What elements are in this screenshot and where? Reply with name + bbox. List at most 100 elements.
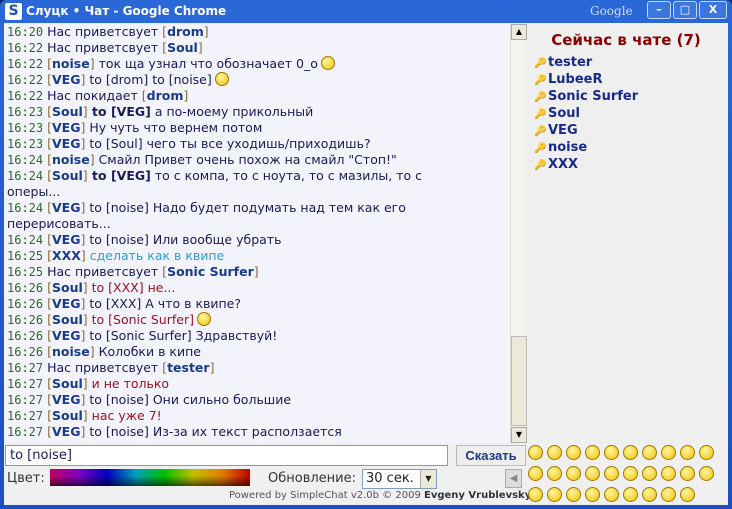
wink-emoticon-icon[interactable]	[566, 445, 581, 460]
nerd-emoticon-icon[interactable]	[680, 466, 695, 481]
author-link[interactable]: Evgeny Vrublevsky	[424, 490, 531, 501]
user-list-item[interactable]: 🔑 Soul	[528, 106, 724, 123]
message-nick[interactable]: VEG	[52, 424, 80, 439]
user-list-item[interactable]: 🔑 XXX	[528, 157, 724, 174]
facepalm-emoticon-icon[interactable]	[566, 487, 581, 502]
message-nick[interactable]: Soul	[167, 40, 198, 55]
cry-emoticon-icon[interactable]	[623, 466, 638, 481]
message-time: 16:22	[7, 41, 44, 55]
devil-emoticon-icon[interactable]	[585, 445, 600, 460]
color-palette[interactable]	[50, 469, 250, 486]
user-list-item[interactable]: 🔑 Sonic Surfer	[528, 89, 724, 106]
blush-emoticon-icon[interactable]	[566, 466, 581, 481]
user-list-item[interactable]: 🔑 VEG	[528, 123, 724, 140]
thinking-emoticon-icon[interactable]	[642, 445, 657, 460]
scared-emoticon-icon[interactable]	[528, 487, 543, 502]
chat-message: 16:26 [Soul] to [Sonic Surfer]	[7, 312, 455, 328]
scroll-down-icon[interactable]: ▼	[511, 427, 527, 443]
message-nick[interactable]: VEG	[52, 120, 80, 135]
message-nick[interactable]: noise	[52, 344, 90, 359]
smile-smiley-icon	[196, 312, 211, 326]
angry-emoticon-icon[interactable]	[623, 445, 638, 460]
wave-emoticon-icon[interactable]	[528, 445, 543, 460]
message-time: 16:20	[7, 25, 44, 39]
message-nick[interactable]: VEG	[52, 328, 80, 343]
eye-emoticon-icon[interactable]	[604, 487, 619, 502]
user-list-panel: Сейчас в чате (7) 🔑 tester 🔑 LubeeR 🔑 Sonic S…	[528, 24, 724, 443]
message-time: 16:26	[7, 329, 44, 343]
message-input[interactable]	[5, 445, 448, 466]
yell-emoticon-icon[interactable]	[661, 466, 676, 481]
message-text: а по-моему прикольный	[150, 104, 314, 119]
worried-emoticon-icon[interactable]	[699, 466, 714, 481]
message-nick[interactable]: Soul	[52, 312, 83, 327]
shocked-emoticon-icon[interactable]	[661, 445, 676, 460]
message-nick[interactable]: VEG	[52, 136, 80, 151]
cap-emoticon-icon[interactable]	[623, 487, 638, 502]
message-text: Колобки в кипе	[94, 344, 201, 359]
message-text: Нас приветсвует	[47, 360, 163, 375]
message-nick[interactable]: Soul	[52, 104, 83, 119]
message-nick[interactable]: noise	[52, 152, 90, 167]
message-nick[interactable]: Soul	[52, 408, 83, 423]
user-list-item[interactable]: 🔑 tester	[528, 55, 724, 72]
message-nick[interactable]: VEG	[52, 200, 80, 215]
powered-by: Powered by SimpleChat v2.0b © 2009 Evgen…	[229, 490, 531, 501]
scroll-thumb[interactable]	[511, 336, 527, 426]
message-time: 16:22	[7, 89, 44, 103]
emoticon-grid	[528, 445, 724, 502]
chat-message: 16:24 [noise] Смайл Привет очень похож н…	[7, 152, 455, 168]
message-time: 16:26	[7, 281, 44, 295]
wave-smiley-icon	[214, 72, 229, 86]
surprised-emoticon-icon[interactable]	[680, 445, 695, 460]
message-nick[interactable]: VEG	[52, 296, 80, 311]
message-text: ]	[197, 40, 203, 55]
message-nick[interactable]: Soul	[52, 168, 83, 183]
message-nick[interactable]: Sonic Surfer	[167, 264, 254, 279]
user-name: Sonic Surfer	[548, 89, 639, 104]
message-nick[interactable]: noise	[52, 56, 90, 71]
chat-message: 16:26 [noise] Колобки в кипе	[7, 344, 455, 360]
key-icon: 🔑	[534, 75, 547, 86]
moan-emoticon-icon[interactable]	[680, 487, 695, 502]
help-emoticon-icon[interactable]	[585, 466, 600, 481]
message-nick[interactable]: drom	[147, 88, 184, 103]
user-name: XXX	[548, 157, 579, 172]
smile-emoticon-icon[interactable]	[547, 445, 562, 460]
scroll-up-icon[interactable]: ▲	[511, 24, 527, 40]
close-button[interactable]: X	[699, 1, 727, 19]
chat-message: 16:25 Нас приветсвует [Sonic Surfer]	[7, 264, 455, 280]
maximize-button[interactable]: □	[673, 1, 697, 19]
chat-message: 16:24 [Soul] to [VEG] то с компа, то с н…	[7, 168, 455, 200]
user-list-item[interactable]: 🔑 noise	[528, 140, 724, 157]
bandana-emoticon-icon[interactable]	[642, 487, 657, 502]
sly-emoticon-icon[interactable]	[585, 487, 600, 502]
laugh-emoticon-icon[interactable]	[528, 466, 543, 481]
message-nick[interactable]: VEG	[52, 232, 80, 247]
dizzy-emoticon-icon[interactable]	[661, 487, 676, 502]
minimize-button[interactable]: –	[647, 1, 671, 19]
message-text: Смайл Привет очень похож на смайл "Стоп!…	[94, 152, 397, 167]
user-list-item[interactable]: 🔑 LubeeR	[528, 72, 724, 89]
message-time: 16:24	[7, 201, 44, 215]
chevron-down-icon[interactable]: ▼	[420, 470, 436, 488]
chat-message: 16:27 [Soul] нас уже 7!	[7, 408, 455, 424]
sound-toggle-icon[interactable]: ◀	[505, 469, 522, 488]
message-scrollbar[interactable]: ▲ ▼	[510, 24, 527, 443]
message-nick[interactable]: tester	[167, 360, 210, 375]
message-nick[interactable]: VEG	[52, 72, 80, 87]
happy-emoticon-icon[interactable]	[547, 466, 562, 481]
message-nick[interactable]: VEG	[52, 392, 80, 407]
pray-emoticon-icon[interactable]	[547, 487, 562, 502]
send-button[interactable]: Сказать	[456, 445, 526, 466]
message-nick[interactable]: Soul	[52, 280, 83, 295]
cool-emoticon-icon[interactable]	[604, 466, 619, 481]
message-nick[interactable]: XXX	[52, 248, 81, 263]
grin-emoticon-icon[interactable]	[642, 466, 657, 481]
message-nick[interactable]: drom	[167, 24, 204, 39]
sad-emoticon-icon[interactable]	[604, 445, 619, 460]
confused-emoticon-icon[interactable]	[699, 445, 714, 460]
app-logo-icon: S	[5, 3, 22, 20]
message-nick[interactable]: Soul	[52, 376, 83, 391]
refresh-select[interactable]: 30 сек. ▼	[362, 469, 437, 489]
